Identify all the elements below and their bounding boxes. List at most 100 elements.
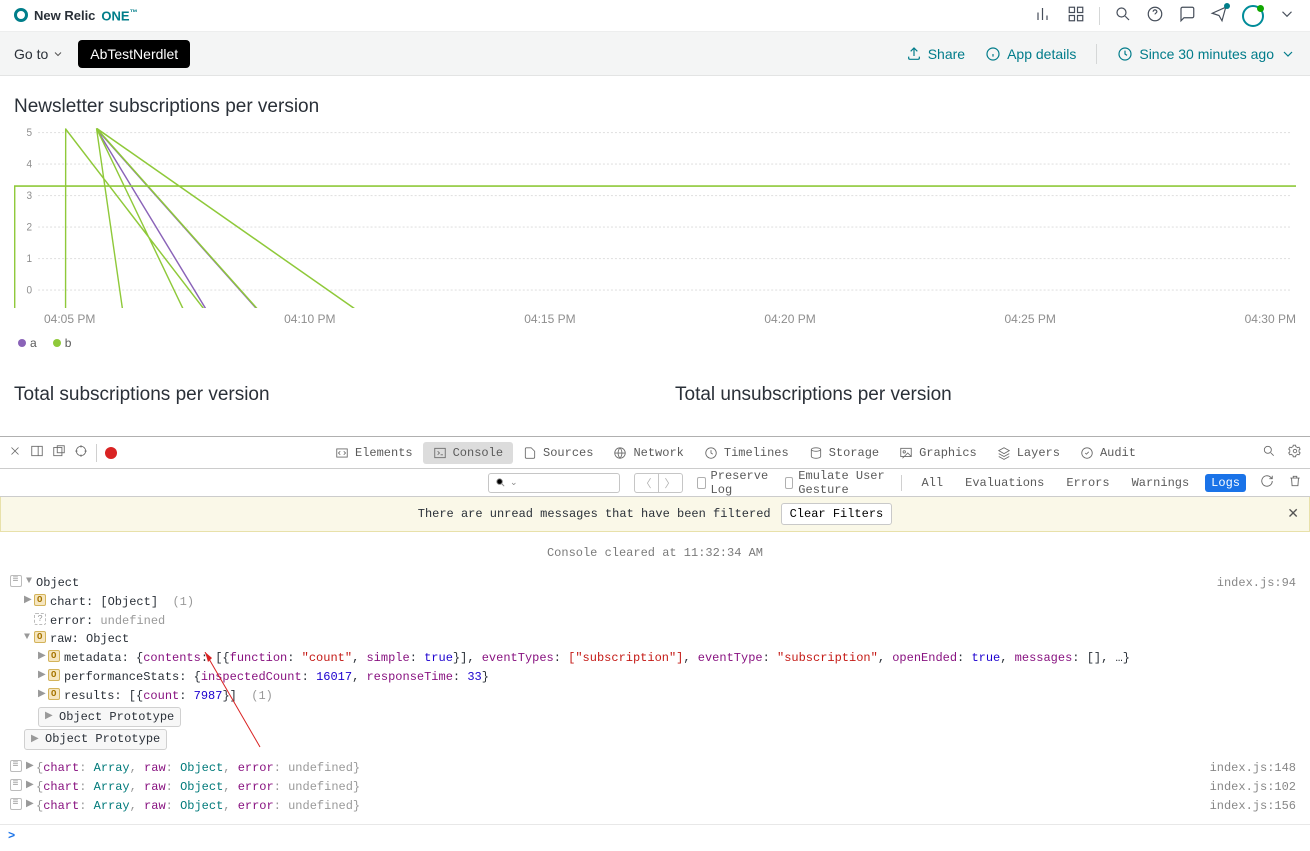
chart-xaxis: 04:05 PM04:10 PM04:15 PM04:20 PM04:25 PM… (14, 308, 1296, 326)
level-warnings[interactable]: Warnings (1126, 474, 1196, 492)
object-icon (48, 650, 60, 662)
level-all[interactable]: All (916, 474, 950, 492)
object-icon (48, 669, 60, 681)
level-evaluations[interactable]: Evaluations (959, 474, 1050, 492)
console-prompt[interactable]: > (0, 824, 1310, 851)
goto-label: Go to (14, 46, 48, 62)
source-link[interactable]: index.js:94 (1217, 575, 1300, 592)
tree-row-performance[interactable]: ▶ performanceStats: {inspectedCount: 160… (10, 668, 1300, 687)
source-link[interactable]: index.js:148 (1210, 760, 1300, 777)
close-devtools-icon[interactable] (8, 444, 22, 462)
tree-row-results[interactable]: ▶ results: [{count: 7987}] (1) (10, 687, 1300, 706)
preserve-log-checkbox[interactable]: Preserve Log (697, 469, 772, 497)
user-avatar[interactable] (1242, 5, 1264, 27)
inspect-icon[interactable] (74, 444, 88, 462)
separator (901, 475, 902, 491)
separator (1096, 44, 1097, 64)
devtools-tab-audit[interactable]: Audit (1070, 442, 1146, 464)
time-range-picker[interactable]: Since 30 minutes ago (1117, 46, 1296, 62)
console-nav-buttons[interactable]: 〈〉 (634, 473, 683, 493)
apps-grid-icon[interactable] (1067, 5, 1085, 26)
log-row-148[interactable]: ▶ {chart: Array, raw: Object, error: und… (10, 759, 1300, 778)
topbar-actions (1035, 5, 1296, 27)
devtools-tab-storage[interactable]: Storage (799, 442, 889, 464)
chevron-down-icon[interactable] (1278, 5, 1296, 26)
app-details-button[interactable]: App details (985, 46, 1076, 62)
devtools-settings-icon[interactable] (1288, 444, 1302, 462)
feedback-icon[interactable] (1178, 5, 1196, 26)
tree-row-error[interactable]: error: undefined (10, 612, 1300, 631)
console-filter-banner: There are unread messages that have been… (0, 497, 1310, 532)
devtools-toolbar: ElementsConsoleSourcesNetworkTimelinesSt… (0, 437, 1310, 469)
log-glyph-icon (10, 779, 22, 791)
dock-popout-icon[interactable] (52, 444, 66, 462)
devtools-search-icon[interactable] (1262, 444, 1276, 462)
page-content: Newsletter subscriptions per version 0 1 2… (0, 76, 1310, 436)
svg-text:3: 3 (26, 189, 32, 202)
svg-text:2: 2 (26, 221, 32, 234)
brand-logo[interactable]: New Relic ONE™ (14, 8, 138, 23)
separator (96, 444, 97, 462)
object-root[interactable]: ▼Object index.js:94 (10, 574, 1300, 593)
object-icon (48, 688, 60, 700)
nerdlet-chip[interactable]: AbTestNerdlet (78, 40, 190, 68)
legend-series-b[interactable]: b (53, 336, 72, 350)
devtools-tab-console[interactable]: Console (423, 442, 513, 464)
console-level-filter: All Evaluations Errors Warnings Logs (916, 474, 1246, 492)
share-button[interactable]: Share (906, 46, 965, 62)
tree-row-chart[interactable]: ▶ chart: [Object] (1) (10, 593, 1300, 612)
main-chart-title: Newsletter subscriptions per version (14, 96, 1296, 118)
whats-new-icon[interactable] (1210, 5, 1228, 26)
devtools-panel: ElementsConsoleSourcesNetworkTimelinesSt… (0, 436, 1310, 851)
search-icon[interactable] (1114, 5, 1132, 26)
log-row-102[interactable]: ▶ {chart: Array, raw: Object, error: und… (10, 778, 1300, 797)
error-indicator-icon[interactable] (105, 447, 117, 459)
console-cleared-msg: Console cleared at 11:32:34 AM (0, 538, 1310, 574)
separator (1099, 7, 1100, 25)
tree-row-metadata[interactable]: ▶ metadata: {contents: [{function: "coun… (10, 649, 1300, 668)
brand-suffix: ONE™ (101, 8, 137, 23)
tree-row-raw[interactable]: ▼ raw: Object (10, 630, 1300, 649)
level-logs[interactable]: Logs (1205, 474, 1246, 492)
log-glyph-icon (10, 760, 22, 772)
devtools-tab-elements[interactable]: Elements (325, 442, 423, 464)
svg-text:4: 4 (26, 158, 32, 171)
source-link[interactable]: index.js:102 (1210, 779, 1300, 796)
global-topbar: New Relic ONE™ (0, 0, 1310, 32)
devtools-tab-graphics[interactable]: Graphics (889, 442, 987, 464)
svg-text:1: 1 (26, 252, 32, 265)
brand-name: New Relic (34, 8, 95, 23)
legend-series-a[interactable]: a (18, 336, 37, 350)
clear-console-icon[interactable] (1288, 474, 1302, 492)
clear-filters-button[interactable]: Clear Filters (781, 503, 893, 525)
reload-icon[interactable] (1260, 474, 1274, 492)
level-errors[interactable]: Errors (1060, 474, 1115, 492)
dock-side-icon[interactable] (30, 444, 44, 462)
tree-row-proto-outer[interactable]: ▶Object Prototype (10, 728, 1300, 751)
chart-legend: a b (14, 326, 1296, 350)
svg-text:0: 0 (26, 284, 32, 297)
undefined-icon (34, 613, 46, 625)
console-search-input[interactable]: ⌄ (488, 473, 620, 493)
chart-icon[interactable] (1035, 5, 1053, 26)
console-body: Console cleared at 11:32:34 AM ▼Object i… (0, 532, 1310, 820)
chart-canvas: 0 1 2 3 4 5 (14, 128, 1296, 308)
tree-row-proto-inner[interactable]: ▶Object Prototype (10, 706, 1300, 729)
source-link[interactable]: index.js:156 (1210, 798, 1300, 815)
object-icon (34, 594, 46, 606)
devtools-tab-network[interactable]: Network (603, 442, 693, 464)
devtools-tab-layers[interactable]: Layers (987, 442, 1070, 464)
time-range-label: Since 30 minutes ago (1139, 46, 1274, 62)
devtools-filterbar: ⌄ 〈〉 Preserve Log Emulate User Gesture A… (0, 469, 1310, 497)
main-chart: 0 1 2 3 4 5 04:05 PM04:10 PM04:15 PM04:20 PM0… (14, 128, 1296, 350)
log-glyph-icon (10, 575, 22, 587)
help-icon[interactable] (1146, 5, 1164, 26)
emulate-gesture-checkbox[interactable]: Emulate User Gesture (785, 469, 887, 497)
sub-chart-2-title: Total unsubscriptions per version (675, 384, 1296, 406)
dismiss-banner-icon[interactable]: ✕ (1287, 506, 1299, 523)
banner-text: There are unread messages that have been… (418, 507, 771, 521)
devtools-tab-timelines[interactable]: Timelines (694, 442, 799, 464)
devtools-tab-sources[interactable]: Sources (513, 442, 603, 464)
goto-dropdown[interactable]: Go to (14, 46, 64, 62)
svg-text:5: 5 (26, 128, 32, 139)
